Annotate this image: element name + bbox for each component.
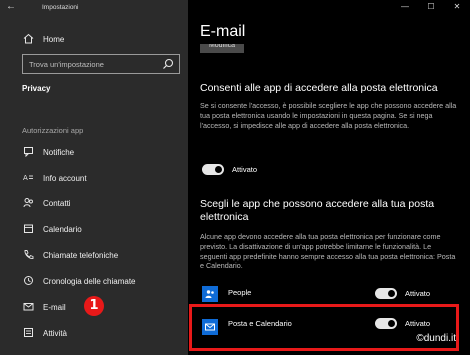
window-title: Impostazioni (42, 3, 79, 11)
people-icon (202, 286, 218, 302)
people-toggle[interactable] (375, 288, 397, 299)
sidebar-item-label: Calendario (43, 224, 82, 234)
mail-icon (22, 301, 34, 313)
sidebar-item-chiamate-telefoniche[interactable]: Chiamate telefoniche (0, 245, 188, 265)
sidebar-item-notifiche[interactable]: Notifiche (0, 142, 188, 162)
people-toggle-label: Attivato (405, 289, 431, 298)
sidebar-item-contatti[interactable]: Contatti (0, 193, 188, 213)
close-icon[interactable]: ✕ (444, 0, 470, 14)
section-title-privacy: Privacy (22, 84, 51, 93)
tasks-icon (22, 327, 34, 339)
contacts-icon (22, 197, 34, 209)
home-icon (22, 33, 34, 45)
sidebar-item-info-account[interactable]: A Info account (0, 168, 188, 188)
calendar-icon (22, 223, 34, 235)
section-description-choose-apps: Alcune app devono accedere alla tua post… (200, 232, 456, 271)
modify-button[interactable]: Modifica (200, 44, 244, 53)
section-heading-choose-apps: Scegli le app che possono accedere alla … (200, 198, 435, 223)
nav-home[interactable]: Home (0, 29, 188, 49)
group-title-app-permissions: Autorizzazioni app (22, 126, 84, 135)
section-heading-allow-access: Consenti alle app di accedere alla posta… (200, 82, 438, 94)
history-icon (22, 275, 34, 287)
allow-access-toggle-label: Attivato (232, 165, 258, 174)
page-title: E-mail (200, 23, 246, 40)
maximize-icon[interactable]: ☐ (418, 0, 444, 14)
allow-access-toggle[interactable] (202, 164, 224, 175)
sidebar-item-label: Info account (43, 173, 87, 183)
app-name-people: People (228, 288, 252, 297)
section-description-allow-access: Se si consente l'accesso, è possibile sc… (200, 101, 457, 130)
sidebar-item-label: E-mail (43, 302, 66, 312)
minimize-icon[interactable]: — (392, 0, 418, 14)
search-placeholder: Trova un'impostazione (29, 59, 104, 69)
search-icon[interactable] (161, 57, 175, 71)
sidebar-item-label: Cronologia delle chiamate (43, 276, 136, 286)
sidebar-item-attivita[interactable]: Attività (0, 323, 188, 343)
sidebar-item-label: Attività (43, 328, 68, 338)
toggle-knob (215, 166, 222, 173)
sidebar-item-cronologia-chiamate[interactable]: Cronologia delle chiamate (0, 271, 188, 291)
sidebar-item-calendario[interactable]: Calendario (0, 219, 188, 239)
modify-button-label: Modifica (208, 44, 236, 49)
account-info-icon: A (22, 172, 34, 184)
watermark: ©dundi.it (416, 333, 456, 344)
main-content: — ☐ ✕ E-mail Modifica Consenti alle app … (188, 0, 470, 355)
sidebar: ← Impostazioni Home Trova un'impostazion… (0, 0, 188, 355)
back-arrow-icon[interactable]: ← (4, 0, 18, 14)
sidebar-item-label: Contatti (43, 198, 71, 208)
search-field[interactable]: Trova un'impostazione (22, 54, 180, 74)
phone-icon (22, 249, 34, 261)
notification-icon (22, 146, 34, 158)
step-number-badge: 1 (84, 296, 104, 316)
window-controls: — ☐ ✕ (392, 0, 470, 14)
toggle-knob (388, 290, 395, 297)
sidebar-item-label: Chiamate telefoniche (43, 250, 119, 260)
svg-text:A: A (23, 174, 28, 182)
sidebar-item-label: Notifiche (43, 147, 75, 157)
home-label: Home (43, 34, 65, 44)
title-bar: ← Impostazioni (0, 0, 188, 14)
